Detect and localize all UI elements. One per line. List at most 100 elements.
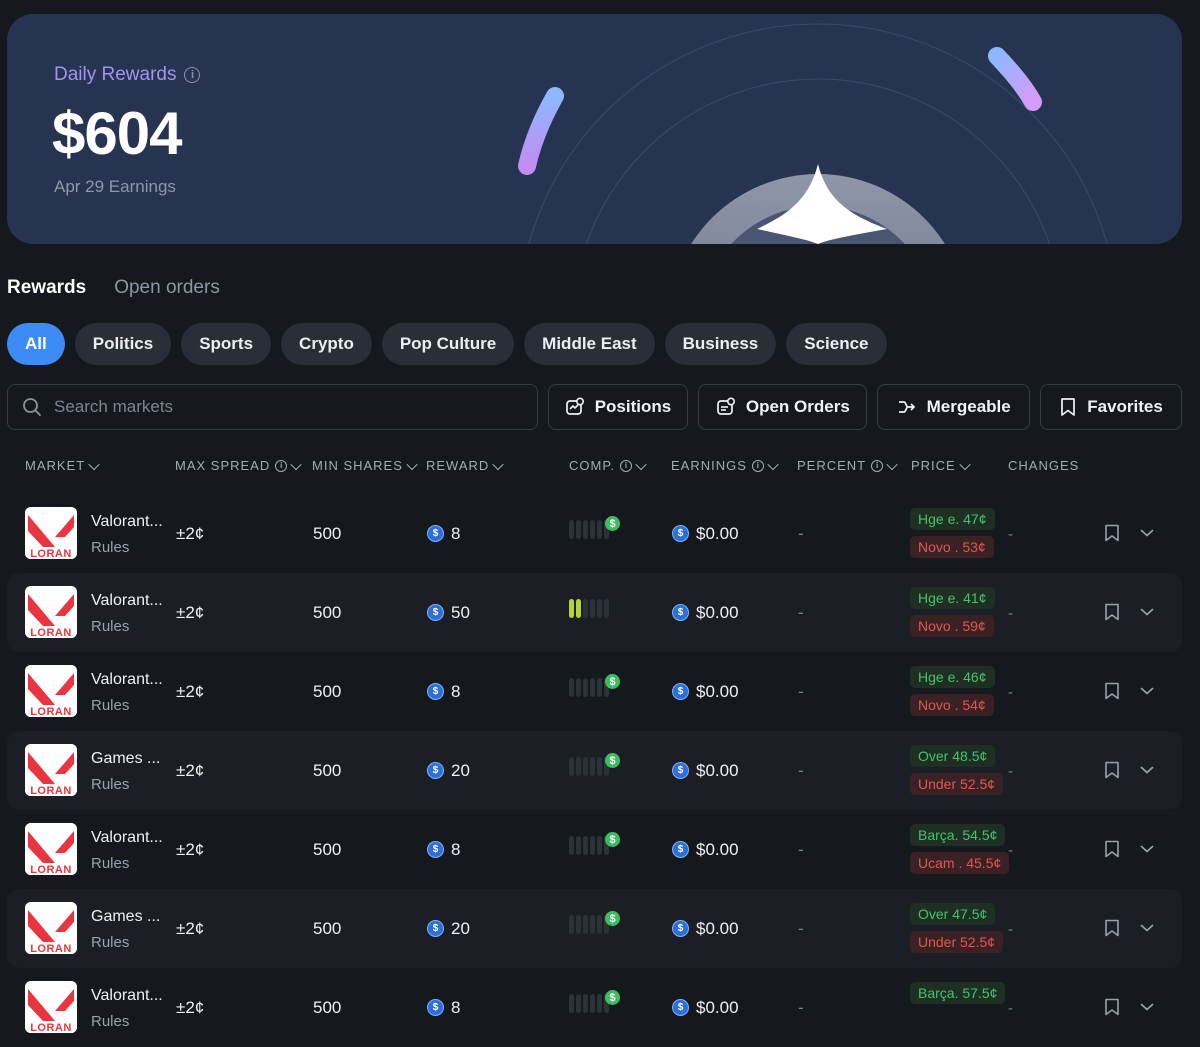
info-icon[interactable]: i: [184, 67, 201, 83]
column-percent[interactable]: PERCENT i: [797, 458, 898, 473]
column-min-shares[interactable]: MIN SHARES: [312, 458, 418, 473]
percent-value: -: [798, 918, 804, 938]
table-row[interactable]: LORAN Games ... Rules ±2¢ 500 $20 $ $ $0.…: [7, 889, 1182, 968]
yes-price-pill[interactable]: Barça. 57.5¢: [910, 982, 1006, 1004]
search-input[interactable]: [54, 397, 494, 417]
no-price-pill[interactable]: Under 52.5¢: [910, 773, 1004, 795]
table-row[interactable]: LORAN Valorant... Rules ±2¢ 500 $8 $ $ $0…: [7, 810, 1182, 889]
price-cell: Hge e. 47¢ Novo . 53¢: [910, 508, 995, 564]
usdc-coin-icon: $: [427, 525, 444, 542]
tab-rewards[interactable]: Rewards: [7, 277, 86, 299]
bookmark-icon[interactable]: [1104, 524, 1120, 542]
market-name[interactable]: Valorant...: [91, 671, 163, 689]
no-price-pill[interactable]: Ucam . 45.5¢: [910, 852, 1010, 874]
usdc-coin-icon: $: [672, 999, 689, 1016]
bookmark-icon[interactable]: [1104, 761, 1120, 779]
no-price-pill[interactable]: Novo . 53¢: [910, 536, 994, 558]
table-row[interactable]: LORAN Valorant... Rules ±2¢ 500 $8 $ $ $0…: [7, 652, 1182, 731]
market-name[interactable]: Games ...: [91, 908, 160, 926]
category-crypto[interactable]: Crypto: [281, 323, 372, 365]
reward-cell: $8: [427, 494, 460, 573]
rewards-table: LORAN Valorant... Rules ±2¢ 500 $8 $ $ $0…: [7, 494, 1182, 1047]
chevron-down-icon[interactable]: [1140, 686, 1154, 696]
max-spread-value: ±2¢: [176, 681, 205, 701]
category-pop-culture[interactable]: Pop Culture: [381, 323, 515, 365]
market-rules-link[interactable]: Rules: [91, 539, 129, 556]
yes-price-pill[interactable]: Hge e. 46¢: [910, 666, 995, 688]
info-icon[interactable]: i: [751, 459, 764, 472]
market-rules-link[interactable]: Rules: [91, 776, 129, 793]
market-name[interactable]: Valorant...: [91, 592, 163, 610]
bookmark-icon[interactable]: [1104, 919, 1120, 937]
comp-bar: [590, 599, 595, 618]
favorites-button[interactable]: Favorites: [1040, 384, 1182, 430]
market-name[interactable]: Valorant...: [91, 513, 163, 531]
info-icon[interactable]: i: [275, 459, 288, 472]
chevron-down-icon[interactable]: [1140, 923, 1154, 933]
mergeable-button[interactable]: Mergeable: [877, 384, 1031, 430]
column-price[interactable]: PRICE: [911, 458, 971, 473]
table-row[interactable]: LORAN Valorant... Rules ±2¢ 500 $8 $ $ $0…: [7, 494, 1182, 573]
comp-bar: [597, 520, 602, 539]
table-row[interactable]: LORAN Valorant... Rules ±2¢ 500 $8 $ $ $0…: [7, 968, 1182, 1047]
percent-value: -: [798, 602, 804, 622]
market-rules-link[interactable]: Rules: [91, 618, 129, 635]
yes-price-pill[interactable]: Over 47.5¢: [910, 903, 996, 925]
market-name[interactable]: Games ...: [91, 750, 160, 768]
market-logo: LORAN: [25, 586, 77, 638]
market-rules-link[interactable]: Rules: [91, 934, 129, 951]
bookmark-icon[interactable]: [1104, 840, 1120, 858]
yes-price-pill[interactable]: Hge e. 47¢: [910, 508, 995, 530]
percent-value: -: [798, 760, 804, 780]
positions-icon: [565, 397, 584, 415]
open-orders-label: Open Orders: [745, 397, 850, 416]
daily-rewards-title: Daily Rewards i: [54, 64, 201, 86]
category-science[interactable]: Science: [786, 323, 887, 365]
tab-open-orders[interactable]: Open orders: [114, 277, 220, 299]
chevron-down-icon[interactable]: [1140, 607, 1154, 617]
market-name[interactable]: Valorant...: [91, 987, 163, 1005]
category-business[interactable]: Business: [664, 323, 777, 365]
percent-value: -: [798, 997, 804, 1017]
market-rules-link[interactable]: Rules: [91, 697, 129, 714]
market-rules-link[interactable]: Rules: [91, 855, 129, 872]
changes-value: -: [1008, 684, 1013, 701]
chevron-down-icon[interactable]: [1140, 844, 1154, 854]
category-politics[interactable]: Politics: [74, 323, 172, 365]
open-orders-button[interactable]: Open Orders: [698, 384, 868, 430]
earnings-cell: $ $0.00: [672, 968, 739, 1047]
info-icon[interactable]: i: [619, 459, 632, 472]
yes-price-pill[interactable]: Hge e. 41¢: [910, 587, 995, 609]
category-sports[interactable]: Sports: [181, 323, 272, 365]
no-price-pill[interactable]: Novo . 54¢: [910, 694, 994, 716]
info-icon[interactable]: i: [871, 459, 884, 472]
column-comp[interactable]: COMP. i: [569, 458, 647, 473]
category-all[interactable]: All: [7, 323, 65, 365]
positions-button[interactable]: Positions: [547, 384, 689, 430]
market-rules-link[interactable]: Rules: [91, 1013, 129, 1030]
column-market[interactable]: MARKET: [25, 458, 100, 473]
chevron-down-icon[interactable]: [1140, 528, 1154, 538]
sort-icon: [635, 458, 647, 470]
column-reward[interactable]: REWARD: [426, 458, 504, 473]
bookmark-icon[interactable]: [1104, 682, 1120, 700]
column-max-spread[interactable]: MAX SPREAD i: [175, 458, 302, 473]
sort-icon: [767, 458, 779, 470]
yes-price-pill[interactable]: Barça. 54.5¢: [910, 824, 1006, 846]
column-earnings[interactable]: EARNINGS i: [671, 458, 779, 473]
bookmark-icon[interactable]: [1104, 998, 1120, 1016]
chevron-down-icon[interactable]: [1140, 765, 1154, 775]
no-price-pill[interactable]: Novo . 59¢: [910, 615, 994, 637]
valorant-logo-icon: LORAN: [25, 507, 77, 559]
market-name[interactable]: Valorant...: [91, 829, 163, 847]
chevron-down-icon[interactable]: [1140, 1002, 1154, 1012]
table-row[interactable]: LORAN Games ... Rules ±2¢ 500 $20 $ $ $0.…: [7, 731, 1182, 810]
view-tabs: Rewards Open orders: [7, 277, 220, 299]
reward-cell: $8: [427, 968, 460, 1047]
yes-price-pill[interactable]: Over 48.5¢: [910, 745, 996, 767]
no-price-pill[interactable]: Under 52.5¢: [910, 931, 1004, 953]
valorant-logo-icon: LORAN: [25, 586, 77, 638]
bookmark-icon[interactable]: [1104, 603, 1120, 621]
table-row[interactable]: LORAN Valorant... Rules ±2¢ 500 $50 $ $$…: [7, 573, 1182, 652]
category-middle-east[interactable]: Middle East: [524, 323, 655, 365]
